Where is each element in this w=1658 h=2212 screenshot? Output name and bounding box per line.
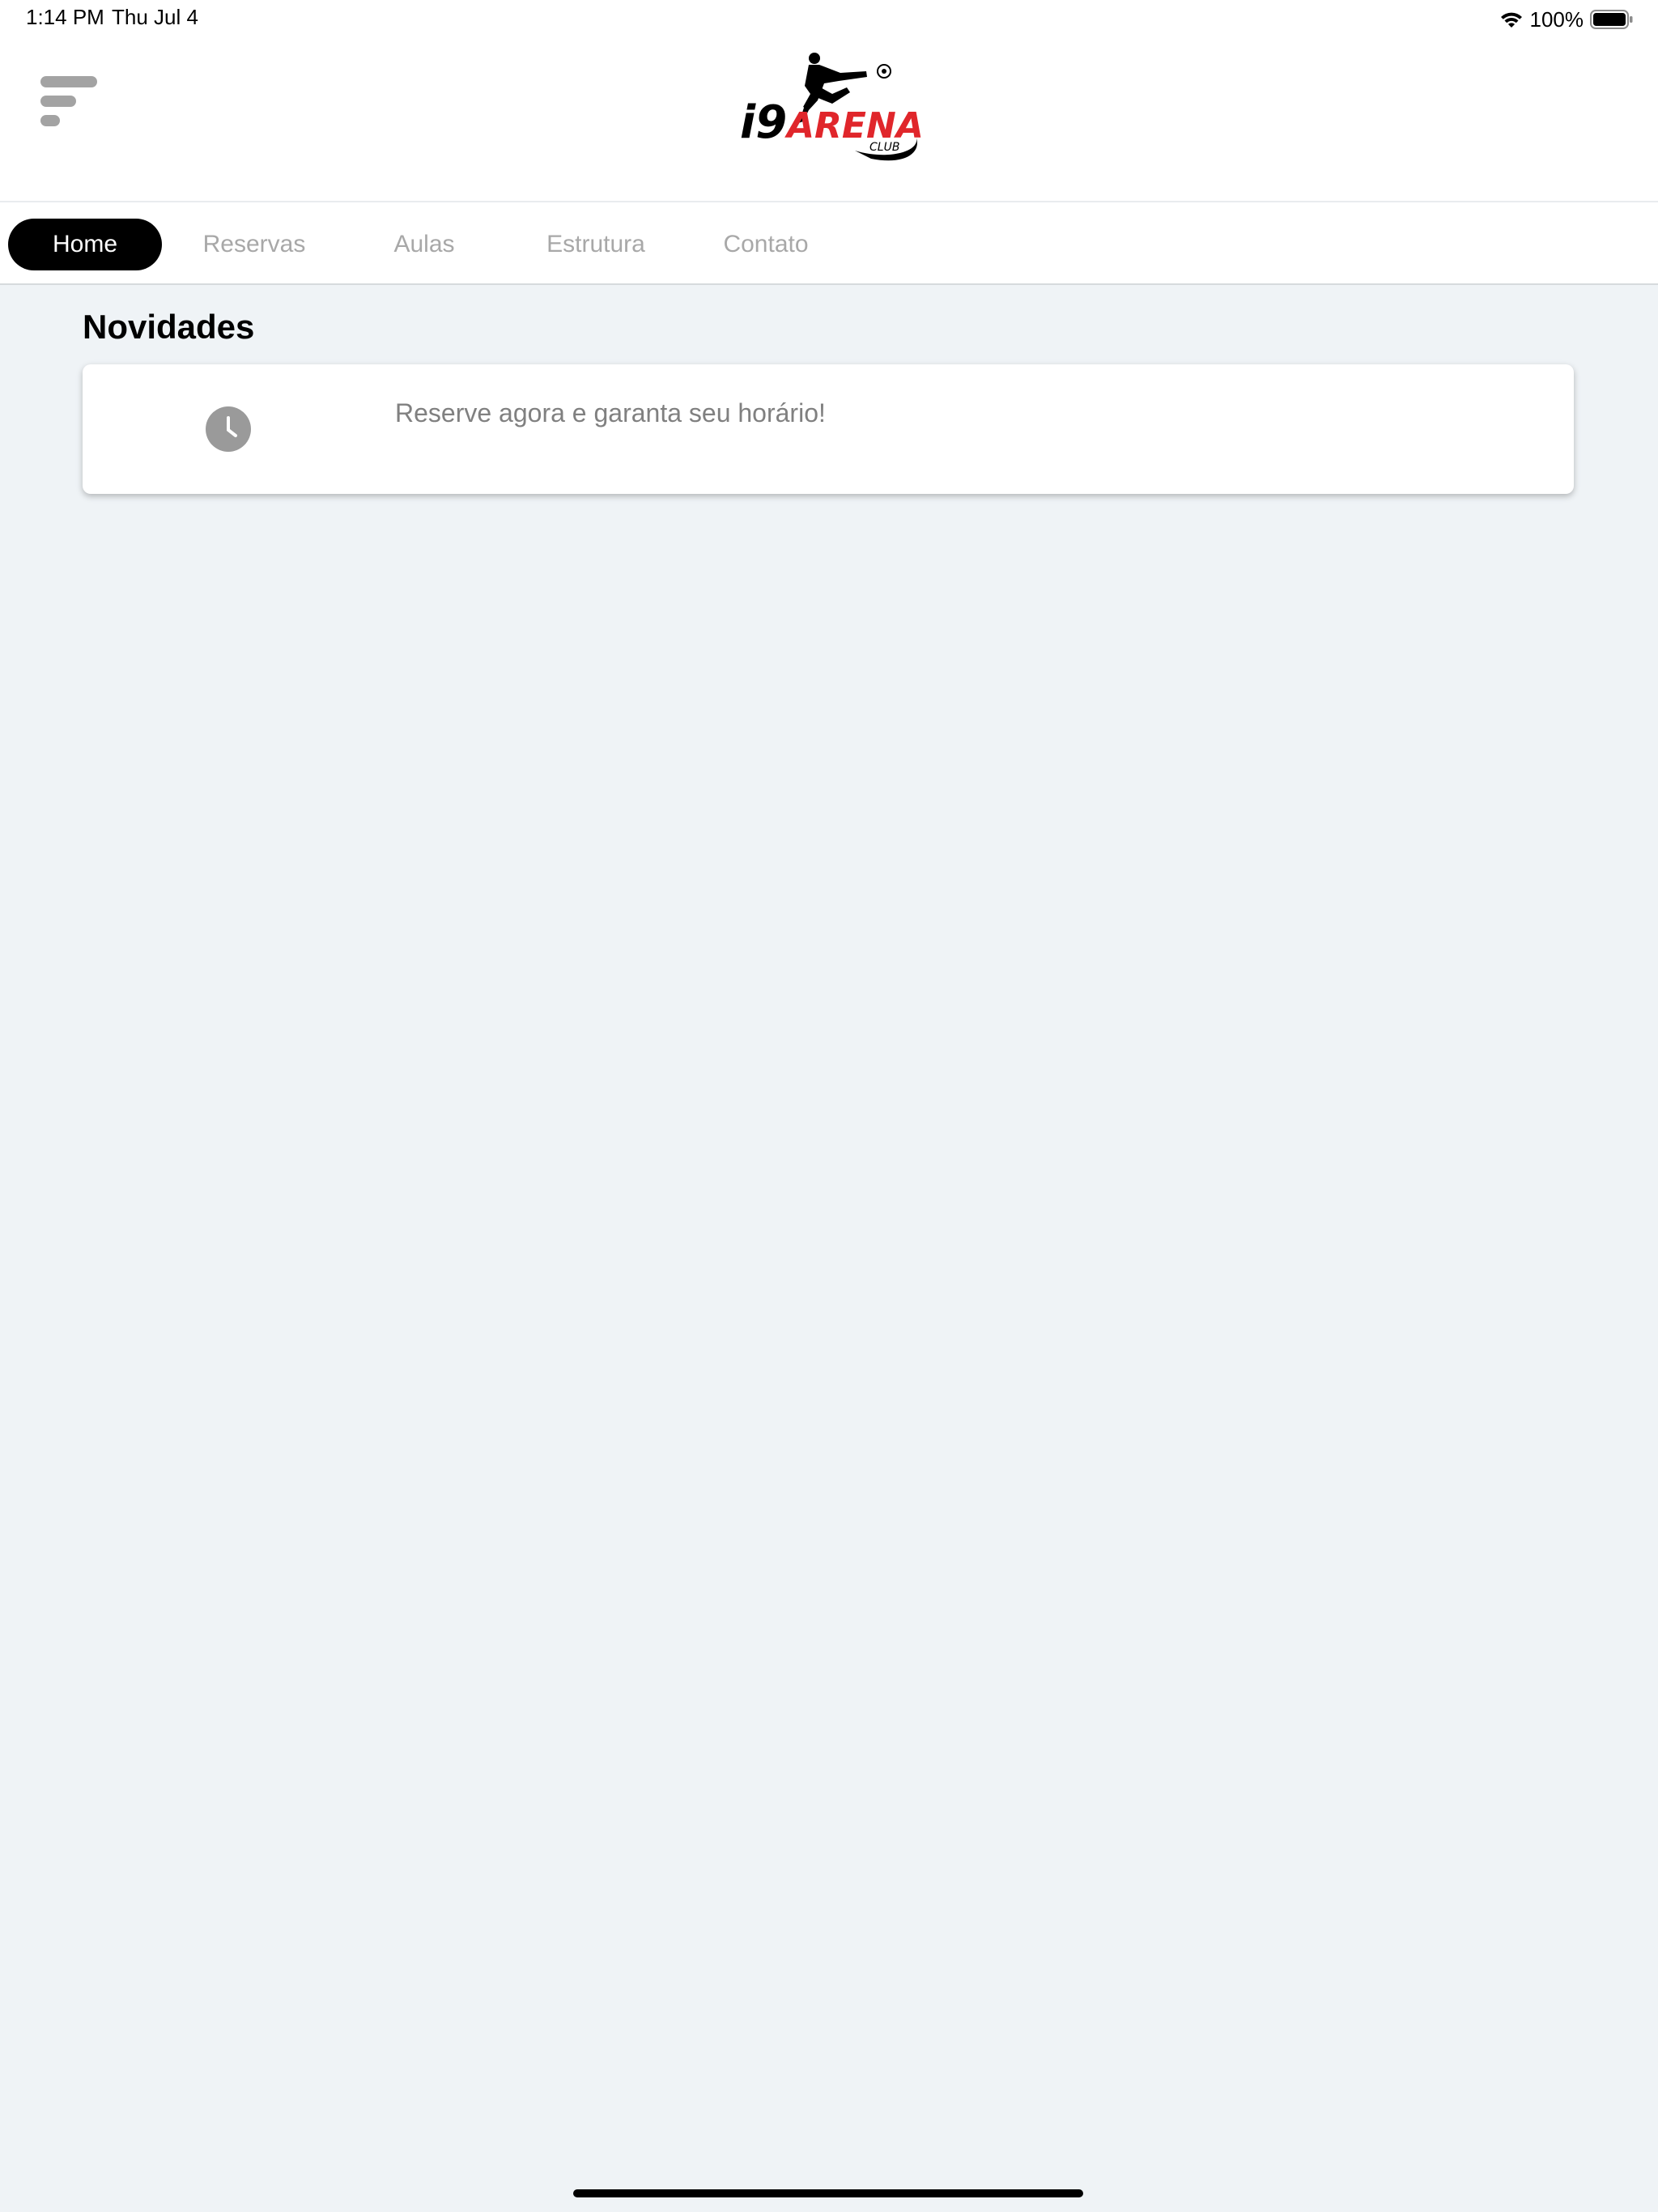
tab-contato[interactable]: Contato [701, 219, 831, 270]
menu-icon-bar-bottom [40, 115, 60, 126]
tab-reservas[interactable]: Reservas [189, 219, 319, 270]
logo-i9: i9 [740, 96, 787, 149]
menu-icon-bar-middle [40, 96, 76, 107]
tab-estrutura[interactable]: Estrutura [531, 219, 661, 270]
clock-icon [206, 406, 251, 452]
i9-arena-logo: i9 ARENA CLUB [740, 53, 924, 161]
battery-full-icon [1590, 10, 1633, 29]
section-title: Novidades [83, 308, 255, 346]
menu-button[interactable] [37, 76, 102, 133]
status-time: 1:14 PM [26, 5, 104, 29]
status-date: Thu Jul 4 [112, 5, 198, 29]
menu-icon [40, 76, 97, 87]
tab-aulas[interactable]: Aulas [359, 219, 489, 270]
logo-arena: ARENA [784, 105, 924, 147]
wifi-icon [1500, 12, 1522, 28]
status-bar: 1:14 PM Thu Jul 4 100% [0, 0, 1658, 39]
app-header: i9 ARENA CLUB [0, 39, 1658, 202]
status-indicators: 100% [1499, 5, 1635, 34]
tab-bar: Home Reservas Aulas Estrutura Contato [0, 202, 1658, 285]
news-text: Reserve agora e garanta seu horário! [395, 398, 826, 428]
news-card[interactable]: Reserve agora e garanta seu horário! [83, 364, 1574, 494]
tab-home[interactable]: Home [8, 219, 162, 270]
logo-club: CLUB [869, 141, 899, 154]
home-indicator[interactable] [573, 2189, 1083, 2197]
battery-percent: 100% [1529, 6, 1584, 32]
